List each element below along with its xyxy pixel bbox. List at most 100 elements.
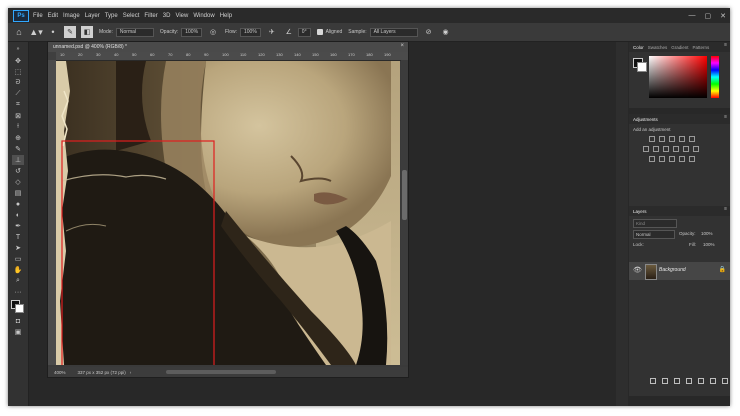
clone-stamp-preset-icon[interactable]: ▲▾ (29, 26, 42, 38)
brightness-contrast-icon[interactable] (649, 136, 655, 142)
vertical-scrollbar[interactable] (401, 60, 408, 365)
tab-patterns[interactable]: Patterns (693, 45, 710, 50)
threshold-icon[interactable] (669, 156, 675, 162)
horizontal-scroll-thumb[interactable] (166, 370, 276, 374)
layer-mask-icon[interactable] (674, 378, 680, 384)
curves-icon[interactable] (669, 136, 675, 142)
invert-icon[interactable] (649, 156, 655, 162)
layer-opacity-value[interactable]: 100% (701, 231, 713, 236)
clone-source-icon[interactable]: ◧ (81, 26, 93, 38)
fg-bg-colors[interactable] (11, 300, 24, 313)
menu-select[interactable]: Select (123, 13, 140, 19)
menu-filter[interactable]: Filter (144, 13, 157, 19)
flow-field[interactable]: 100% (240, 27, 261, 37)
zoom-level[interactable]: 400% (54, 370, 66, 375)
frame-tool-icon[interactable]: ⊠ (12, 111, 24, 121)
aligned-checkbox[interactable] (316, 29, 323, 35)
vibrance-icon[interactable] (689, 136, 695, 142)
layer-name[interactable]: Background (659, 267, 686, 273)
black-white-icon[interactable] (663, 146, 669, 152)
new-layer-icon[interactable] (710, 378, 716, 384)
channel-mixer-icon[interactable] (683, 146, 689, 152)
eyedropper-tool-icon[interactable]: ⟊ (12, 122, 24, 132)
shape-tool-icon[interactable]: ▭ (12, 254, 24, 264)
adjustments-menu-icon[interactable]: ≡ (724, 114, 727, 120)
selective-color-icon[interactable] (689, 156, 695, 162)
type-tool-icon[interactable]: T (12, 232, 24, 242)
horizontal-ruler[interactable]: 10 20 30 40 50 60 70 80 90 100 110 120 1… (56, 52, 408, 61)
history-brush-tool-icon[interactable]: ↺ (12, 166, 24, 176)
mode-select[interactable]: Normal (115, 27, 154, 37)
menu-type[interactable]: Type (105, 13, 118, 19)
exposure-icon[interactable] (679, 136, 685, 142)
path-selection-tool-icon[interactable]: ➤ (12, 243, 24, 253)
pen-tool-icon[interactable]: ✒ (12, 221, 24, 231)
menu-file[interactable]: File (33, 13, 43, 19)
brush-size-icon[interactable]: • (47, 26, 59, 38)
quick-mask-icon[interactable]: ◘ (12, 316, 24, 326)
gradient-map-icon[interactable] (679, 156, 685, 162)
clone-stamp-tool-icon[interactable]: ⊥ (12, 155, 24, 165)
tab-layers[interactable]: Layers (633, 209, 647, 214)
marquee-tool-icon[interactable]: ⬚ (12, 67, 24, 77)
posterize-icon[interactable] (659, 156, 665, 162)
image-canvas[interactable] (56, 61, 400, 365)
status-menu-icon[interactable]: › (130, 370, 132, 375)
zoom-tool-icon[interactable]: ⌕ (12, 276, 24, 286)
pressure-size-icon[interactable]: ◉ (440, 26, 452, 38)
color-lookup-icon[interactable] (693, 146, 699, 152)
menu-image[interactable]: Image (63, 13, 80, 19)
toolbar-collapse-icon[interactable]: » (12, 44, 24, 54)
tab-adjustments[interactable]: Adjustments (633, 117, 658, 122)
minimize-button[interactable]: — (689, 12, 696, 19)
airbrush-icon[interactable]: ✈ (266, 26, 278, 38)
layers-menu-icon[interactable]: ≡ (724, 206, 727, 212)
pressure-opacity-icon[interactable]: ◎ (207, 26, 219, 38)
brush-tool-icon[interactable]: ✎ (12, 144, 24, 154)
screen-mode-icon[interactable]: ▣ (12, 327, 24, 337)
hand-tool-icon[interactable]: ✋ (12, 265, 24, 275)
close-document-button[interactable]: × (400, 43, 404, 49)
eraser-tool-icon[interactable]: ◇ (12, 177, 24, 187)
blur-tool-icon[interactable]: ● (12, 199, 24, 209)
quick-selection-tool-icon[interactable]: ⟋ (12, 89, 24, 99)
ruler-origin[interactable] (48, 52, 56, 60)
hue-saturation-icon[interactable] (643, 146, 649, 152)
tab-swatches[interactable]: Swatches (648, 45, 668, 50)
brush-settings-icon[interactable]: ✎ (64, 26, 76, 38)
layer-row[interactable]: 👁 Background 🔒 (629, 262, 730, 280)
dodge-tool-icon[interactable]: ◐ (12, 210, 24, 220)
levels-icon[interactable] (659, 136, 665, 142)
photo-filter-icon[interactable] (673, 146, 679, 152)
document-tab[interactable]: unnamed.psd @ 400% (RGB/8) * × (48, 42, 408, 52)
more-tools-icon[interactable]: ··· (12, 287, 24, 297)
menu-help[interactable]: Help (220, 13, 232, 19)
tab-color[interactable]: Color (633, 45, 644, 50)
layer-style-icon[interactable] (662, 378, 668, 384)
blend-mode-select[interactable]: Normal (633, 230, 675, 239)
menu-view[interactable]: View (175, 13, 188, 19)
opacity-field[interactable]: 100% (181, 27, 203, 37)
ignore-adjustments-icon[interactable]: ⊘ (423, 26, 435, 38)
new-group-icon[interactable] (698, 378, 704, 384)
menu-edit[interactable]: Edit (48, 13, 58, 19)
layer-filter-field[interactable]: Kind (633, 219, 677, 228)
color-balance-icon[interactable] (653, 146, 659, 152)
maximize-button[interactable]: ▢ (705, 12, 712, 20)
close-window-button[interactable]: ✕ (720, 12, 726, 20)
gradient-tool-icon[interactable]: ▤ (12, 188, 24, 198)
hue-slider[interactable] (711, 56, 719, 98)
vertical-ruler[interactable] (48, 60, 56, 365)
color-picker-field[interactable] (649, 56, 707, 98)
link-layers-icon[interactable] (650, 378, 656, 384)
delete-layer-icon[interactable] (722, 378, 728, 384)
crop-tool-icon[interactable]: ⌗ (12, 100, 24, 110)
healing-brush-tool-icon[interactable]: ⊕ (12, 133, 24, 143)
visibility-eye-icon[interactable]: 👁 (633, 266, 642, 274)
home-icon[interactable]: ⌂ (13, 26, 25, 38)
tab-gradient[interactable]: Gradient (671, 45, 688, 50)
panel-menu-icon[interactable]: ≡ (724, 42, 727, 48)
panel-bg-color[interactable] (637, 62, 647, 72)
angle-field[interactable]: 0° (297, 27, 311, 37)
menu-layer[interactable]: Layer (85, 13, 100, 19)
